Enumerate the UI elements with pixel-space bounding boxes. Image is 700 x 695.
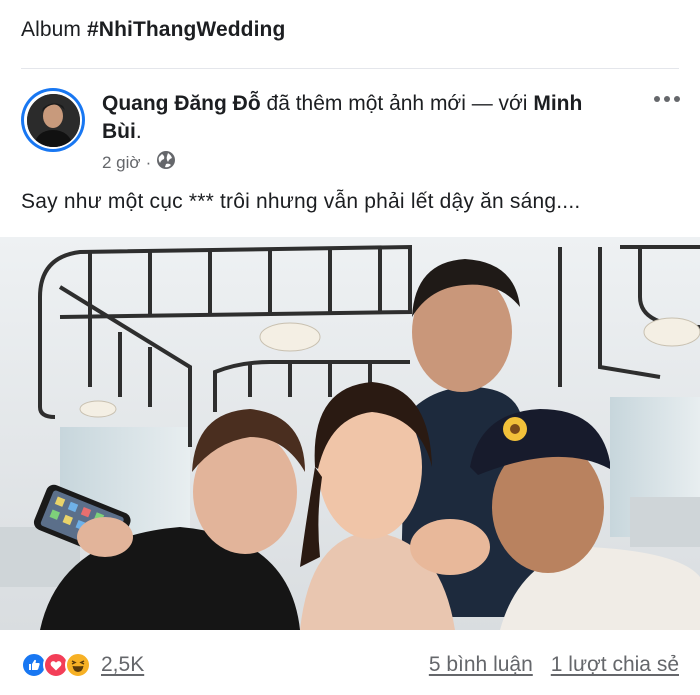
engagement-links: 5 bình luận 1 lượt chia sẻ xyxy=(429,653,679,677)
reaction-icons xyxy=(21,652,91,678)
shares-link[interactable]: 1 lượt chia sẻ xyxy=(551,653,679,677)
avatar-border xyxy=(24,91,82,149)
album-name-link[interactable]: #NhiThangWedding xyxy=(87,18,285,41)
post-header: Quang Đăng Đỗ đã thêm một ảnh mới — với … xyxy=(102,90,602,146)
avatar-image xyxy=(26,93,80,147)
comments-link[interactable]: 5 bình luận xyxy=(429,653,533,677)
album-header: Album #NhiThangWedding xyxy=(21,18,285,42)
reaction-count[interactable]: 2,5K xyxy=(101,653,144,677)
meta-separator: · xyxy=(145,152,152,172)
period: . xyxy=(135,120,142,143)
post-photo[interactable] xyxy=(0,237,700,630)
avatar[interactable] xyxy=(21,88,85,152)
more-options-icon[interactable] xyxy=(654,96,680,102)
post-footer: 2,5K 5 bình luận 1 lượt chia sẻ xyxy=(21,648,679,682)
globe-icon[interactable] xyxy=(156,150,176,175)
author-name-link[interactable]: Quang Đăng Đỗ xyxy=(102,92,261,115)
action-text: đã thêm một ảnh mới — với xyxy=(266,92,528,115)
haha-icon xyxy=(65,652,91,678)
reactions-summary[interactable]: 2,5K xyxy=(21,652,144,678)
post-caption: Say như một cục *** trôi nhưng vẫn phải … xyxy=(21,190,581,213)
divider xyxy=(21,68,679,69)
post-meta: 2 giờ · xyxy=(102,150,176,175)
album-label: Album xyxy=(21,18,82,41)
timestamp-link[interactable]: 2 giờ xyxy=(102,153,141,173)
